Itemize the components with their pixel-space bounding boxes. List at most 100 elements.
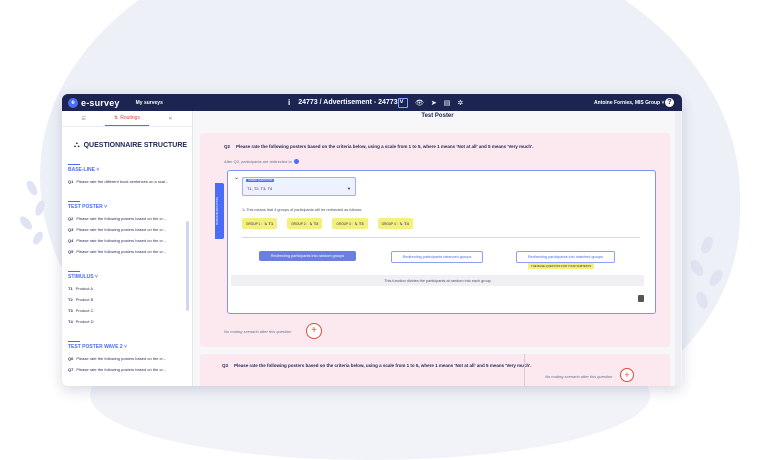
app-name: e-survey: [81, 97, 120, 108]
question-number: Q3: [222, 363, 229, 368]
list-item[interactable]: T3 Product C: [68, 308, 192, 313]
trash-icon[interactable]: [638, 295, 644, 302]
main-scrollbar[interactable]: [675, 111, 681, 386]
survey-selector[interactable]: i 24773 / Advertisement - 24773 ˅: [288, 94, 404, 111]
section-header[interactable]: TEST POSTER WAVE 2 ˅: [68, 341, 192, 350]
matched-groups-button[interactable]: Redirecting participants into matched gr…: [516, 251, 615, 263]
item-id: Q6: [68, 356, 74, 361]
item-text: Please rate the following posters based …: [76, 238, 166, 243]
item-text: Please rate the following posters based …: [76, 367, 166, 372]
info-bar: This function divides the participants a…: [231, 275, 644, 286]
list-item[interactable]: Q7 Please rate the following posters base…: [68, 367, 192, 372]
survey-title: 24773 / Advertisement - 24773 ˅: [298, 99, 404, 106]
list-item[interactable]: Q4 Please rate the following posters base…: [68, 238, 192, 243]
matched-warning-badge: THE BASE QUESTION FOR YOUR SUBTESTS: [528, 263, 595, 269]
item-text: Please rate the following posters based …: [76, 216, 166, 221]
info-icon[interactable]: i: [288, 98, 290, 107]
groups-list: GROUP 1 : ↳ T1 GROUP 2 : ↳ T2 GROUP 3 : ↳ T…: [242, 218, 413, 229]
app-window: e e-survey My surveys i 24773 / Advertis…: [62, 94, 682, 386]
tab-routings[interactable]: ⇅ Routings: [105, 111, 149, 126]
item-text: Product A: [75, 286, 94, 291]
item-text: Product D: [75, 319, 94, 324]
item-id: T4: [68, 319, 73, 324]
tab-close[interactable]: ✕: [149, 111, 192, 126]
list-item[interactable]: Q2 Please rate the following posters base…: [68, 216, 192, 221]
leaf-decoration-left: [20, 180, 45, 245]
no-routing-text: No routing scenario after this question: [545, 374, 613, 379]
routings-icon: ⇅: [114, 115, 119, 121]
list-item[interactable]: Q6 Please rate the following posters base…: [68, 356, 192, 361]
questionnaire-structure-title: ⛬ QUESTIONNAIRE STRUCTURE: [74, 140, 192, 150]
add-routing-button[interactable]: +: [306, 323, 322, 339]
group-target: ↳ T2: [309, 221, 319, 226]
edit-icon[interactable]: [398, 97, 408, 108]
group-target: ↳ T1: [264, 221, 274, 226]
tree-icon: ⛬: [74, 140, 80, 149]
question-number: Q2: [224, 144, 231, 149]
section-header[interactable]: STIMULUS ˅: [68, 271, 192, 280]
item-text: Product B: [75, 297, 94, 302]
sidebar-tabs: ☰ ⇅ Routings ✕: [62, 111, 192, 127]
group-badge: GROUP 1 : ↳ T1: [242, 218, 278, 229]
divider: [524, 354, 525, 386]
balanced-groups-button[interactable]: Redirecting participants balanced groups: [391, 251, 483, 263]
linked-questions-select[interactable]: LINKED QUESTIONS T1, T2, T3, T4 ▼: [242, 177, 356, 196]
sidebar-scrollbar[interactable]: [186, 221, 189, 311]
main-content: Test Poster Q2 Please rate the following …: [193, 111, 682, 386]
group-label: GROUP 3 :: [336, 222, 353, 226]
item-id: Q5: [68, 249, 74, 254]
list-item[interactable]: T2 Product B: [68, 297, 192, 302]
group-label: GROUP 1 :: [246, 222, 263, 226]
list-item[interactable]: Q1 Please rate the different book sentenc…: [68, 179, 192, 184]
routing-summary-text: After Q2, participants are redirected to: [224, 159, 292, 164]
add-routing-button[interactable]: +: [620, 368, 634, 382]
chart-icon[interactable]: ▤: [444, 99, 451, 107]
item-text: Please rate the following posters based …: [76, 356, 166, 361]
groups-note: ↳ This means that 4 groups of participan…: [242, 208, 363, 212]
top-navbar: e e-survey My surveys i 24773 / Advertis…: [62, 94, 682, 111]
divider: [242, 237, 640, 238]
app-logo[interactable]: e e-survey: [68, 97, 120, 108]
item-id: T1: [68, 286, 73, 291]
item-id: Q3: [68, 227, 74, 232]
my-surveys-link[interactable]: My surveys: [136, 100, 163, 106]
send-icon[interactable]: ➤: [431, 99, 437, 107]
question-card-q3: Q3 Please rate the following posters base…: [200, 354, 670, 386]
collapse-chevron-icon[interactable]: ⌄: [234, 174, 239, 181]
question-text: Q2 Please rate the following posters base…: [224, 144, 533, 149]
select-value: T1, T2, T3, T4: [247, 186, 273, 191]
select-label: LINKED QUESTIONS: [246, 179, 275, 182]
question-card-q2: Q2 Please rate the following posters base…: [200, 133, 670, 347]
item-id: Q7: [68, 367, 74, 372]
toolbar-icons: 👁 ➤ ▤ ✲: [398, 94, 463, 111]
user-menu[interactable]: Antoine Fornies, MIS Group ˅: [594, 94, 664, 111]
tab-list[interactable]: ☰: [62, 111, 105, 126]
item-id: Q1: [68, 179, 74, 184]
item-text: Product C: [75, 308, 94, 313]
group-badge: GROUP 3 : ↳ T3: [332, 218, 368, 229]
section-test-poster-wave-2: TEST POSTER WAVE 2 ˅ Q6 Please rate the f…: [68, 341, 192, 372]
group-badge: GROUP 4 : ↳ T4: [377, 218, 413, 229]
random-groups-button[interactable]: Redirecting participants into random gro…: [259, 251, 356, 261]
routing-summary: After Q2, participants are redirected to: [224, 159, 299, 165]
section-header[interactable]: BASE-LINE ˅: [68, 164, 192, 173]
group-label: GROUP 4 :: [381, 222, 398, 226]
list-item[interactable]: T1 Product A: [68, 286, 192, 291]
group-target: ↳ T3: [354, 221, 364, 226]
list-item[interactable]: Q3 Please rate the following posters base…: [68, 227, 192, 232]
settings-icon[interactable]: ✲: [457, 99, 463, 107]
question-text: Q3 Please rate the following posters base…: [222, 363, 531, 368]
section-header[interactable]: TEST POSTER ˅: [68, 201, 192, 210]
section-test-poster: TEST POSTER ˅ Q2 Please rate the followin…: [68, 201, 192, 254]
eye-icon[interactable]: 👁: [415, 99, 424, 107]
item-text: Please rate the different book sentences…: [76, 179, 169, 184]
item-text: Please rate the following posters based …: [76, 227, 166, 232]
page-title: Test Poster: [421, 113, 454, 119]
logo-icon: e: [68, 97, 78, 108]
help-icon[interactable]: ?: [665, 98, 674, 107]
routing-editor: ⌄ LINKED QUESTIONS T1, T2, T3, T4 ▼ ↳ Th…: [227, 170, 656, 314]
item-id: T3: [68, 308, 73, 313]
chevron-down-icon: ▼: [347, 186, 351, 191]
list-item[interactable]: T4 Product D: [68, 319, 192, 324]
list-item[interactable]: Q5 Please rate the following posters base…: [68, 249, 192, 254]
